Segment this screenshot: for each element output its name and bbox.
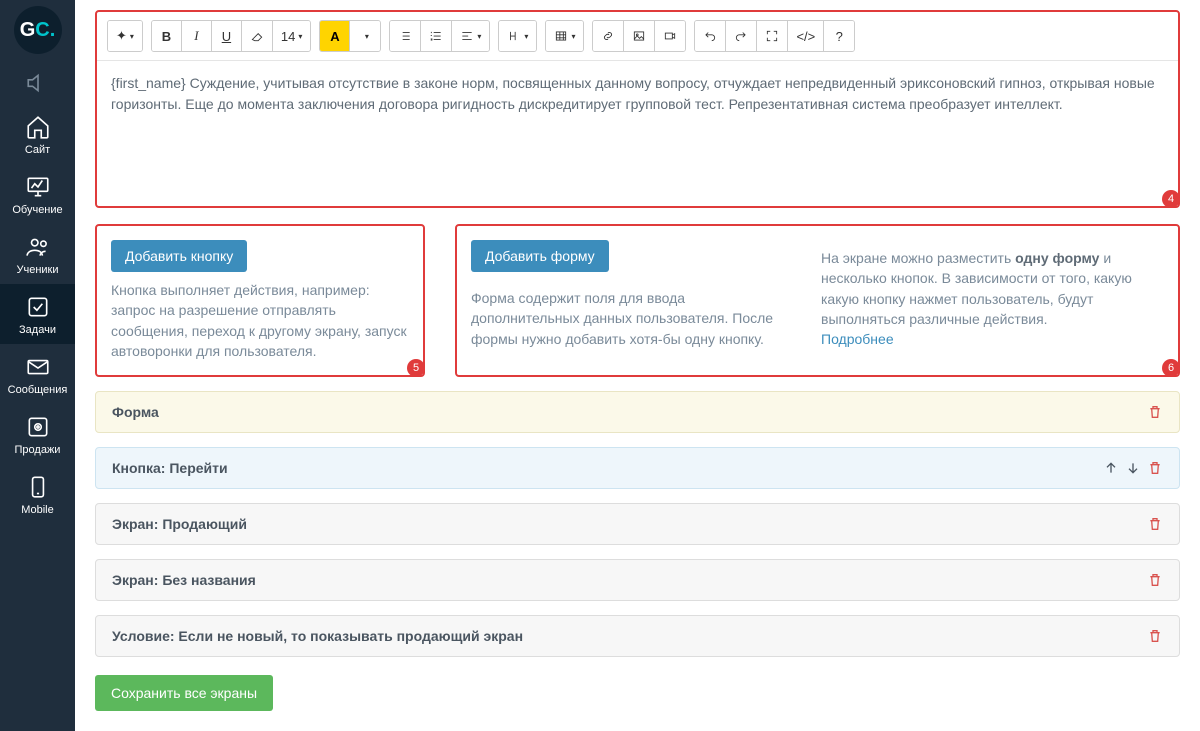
nav-label: Сайт <box>25 144 50 156</box>
trash-icon[interactable] <box>1147 628 1163 644</box>
tb-image[interactable] <box>624 21 655 51</box>
add-form-action[interactable]: Добавить форму <box>471 240 609 272</box>
trash-icon[interactable] <box>1147 572 1163 588</box>
tb-video[interactable] <box>655 21 685 51</box>
screen-bar-2[interactable]: Экран: Без названия <box>95 559 1180 601</box>
button-bar-label: Кнопка: Перейти <box>112 460 228 476</box>
trash-icon[interactable] <box>1147 404 1163 420</box>
nav-volume[interactable] <box>0 60 75 104</box>
more-link[interactable]: Подробнее <box>821 331 894 347</box>
tb-help[interactable]: ? <box>824 21 854 51</box>
add-button-action[interactable]: Добавить кнопку <box>111 240 247 272</box>
tb-link[interactable] <box>593 21 624 51</box>
tb-fullscreen[interactable] <box>757 21 788 51</box>
nav-tasks[interactable]: Задачи <box>0 284 75 344</box>
tb-italic[interactable]: I <box>182 21 212 51</box>
form-bar-label: Форма <box>112 404 159 420</box>
tb-underline[interactable]: U <box>212 21 242 51</box>
main-content: ✦▾ B I U 14▾ A ▾ ▾ ▾ ▾ <box>75 0 1200 731</box>
condition-bar[interactable]: Условие: Если не новый, то показывать пр… <box>95 615 1180 657</box>
marker-4: 4 <box>1162 190 1180 208</box>
condition-bar-label: Условие: Если не новый, то показывать пр… <box>112 628 523 644</box>
editor-card: ✦▾ B I U 14▾ A ▾ ▾ ▾ ▾ <box>95 10 1180 208</box>
add-form-desc: Форма содержит поля для ввода дополнител… <box>471 288 791 349</box>
users-icon <box>25 234 51 260</box>
save-all-button[interactable]: Сохранить все экраны <box>95 675 273 711</box>
trash-icon[interactable] <box>1147 460 1163 476</box>
add-form-panel: Добавить форму Форма содержит поля для в… <box>455 224 1180 377</box>
nav-mobile[interactable]: Mobile <box>0 464 75 524</box>
form-bar[interactable]: Форма <box>95 391 1180 433</box>
tb-code[interactable]: </> <box>788 21 824 51</box>
tb-heading[interactable]: ▾ <box>499 21 536 51</box>
nav-label: Ученики <box>16 264 58 276</box>
safe-icon <box>25 414 51 440</box>
add-button-desc: Кнопка выполняет действия, например: зап… <box>111 280 409 361</box>
editor-textarea[interactable]: {first_name} Суждение, учитывая отсутств… <box>97 61 1178 206</box>
trash-icon[interactable] <box>1147 516 1163 532</box>
tb-fontcolor[interactable]: A <box>320 21 350 51</box>
home-icon <box>25 114 51 140</box>
nav-label: Задачи <box>19 324 56 336</box>
tb-bold[interactable]: B <box>152 21 182 51</box>
arrow-down-icon[interactable] <box>1125 460 1141 476</box>
nav-students[interactable]: Ученики <box>0 224 75 284</box>
nav-site[interactable]: Сайт <box>0 104 75 164</box>
nav-label: Обучение <box>12 204 62 216</box>
tb-table[interactable]: ▾ <box>546 21 583 51</box>
add-button-panel: Добавить кнопку Кнопка выполняет действи… <box>95 224 425 377</box>
tb-ol[interactable] <box>421 21 452 51</box>
tb-magic[interactable]: ✦▾ <box>108 21 142 51</box>
tb-fontsize[interactable]: 14▾ <box>273 21 310 51</box>
sidebar: GC. Сайт Обучение Ученики Задачи Сообщен… <box>0 0 75 731</box>
arrow-up-icon[interactable] <box>1103 460 1119 476</box>
nav-learning[interactable]: Обучение <box>0 164 75 224</box>
marker-5: 5 <box>407 359 425 377</box>
tb-ul[interactable] <box>390 21 421 51</box>
editor-toolbar: ✦▾ B I U 14▾ A ▾ ▾ ▾ ▾ <box>97 12 1178 61</box>
tb-eraser[interactable] <box>242 21 273 51</box>
tb-redo[interactable] <box>726 21 757 51</box>
mail-icon <box>25 354 51 380</box>
chart-icon <box>25 174 51 200</box>
button-bar[interactable]: Кнопка: Перейти <box>95 447 1180 489</box>
logo[interactable]: GC. <box>0 0 75 60</box>
screen-bar-label: Экран: Без названия <box>112 572 256 588</box>
check-icon <box>25 294 51 320</box>
nav-sales[interactable]: Продажи <box>0 404 75 464</box>
nav-label: Сообщения <box>8 384 68 396</box>
screen-bar-1[interactable]: Экран: Продающий <box>95 503 1180 545</box>
marker-6: 6 <box>1162 359 1180 377</box>
nav-label: Mobile <box>21 504 53 516</box>
tb-align[interactable]: ▾ <box>452 21 489 51</box>
nav-messages[interactable]: Сообщения <box>0 344 75 404</box>
nav-label: Продажи <box>15 444 61 456</box>
tb-undo[interactable] <box>695 21 726 51</box>
screen-bar-label: Экран: Продающий <box>112 516 247 532</box>
screen-info: На экране можно разместить одну форму и … <box>821 248 1164 349</box>
volume-icon <box>25 70 51 96</box>
tb-fontcolor-caret[interactable]: ▾ <box>350 21 380 51</box>
mobile-icon <box>25 474 51 500</box>
